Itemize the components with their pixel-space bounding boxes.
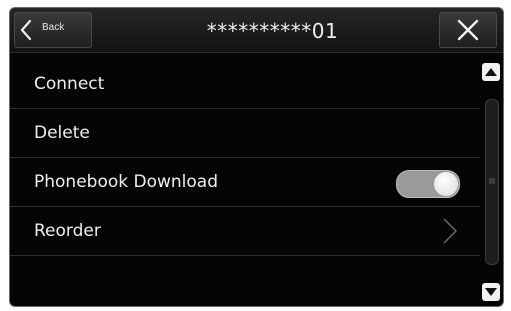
phone-settings-screen: Back **********01 Connect Delete Phonebo… — [9, 7, 504, 307]
page-title: **********01 — [206, 19, 339, 43]
settings-list: Connect Delete Phonebook Download Reorde… — [10, 60, 480, 256]
toggle-knob — [434, 172, 458, 196]
phonebook-download-toggle[interactable] — [396, 170, 460, 198]
list-item-label: Delete — [34, 123, 90, 143]
list-item-label: Connect — [34, 74, 105, 94]
back-label: Back — [42, 22, 65, 33]
triangle-up-icon — [485, 68, 497, 76]
list-item-reorder[interactable]: Reorder — [10, 207, 480, 256]
header-bar: Back **********01 — [10, 8, 503, 53]
list-item-phonebook-download[interactable]: Phonebook Download — [10, 158, 480, 207]
close-icon — [457, 19, 479, 41]
triangle-down-icon — [485, 288, 497, 296]
chevron-left-icon — [20, 19, 32, 41]
list-item-label: Phonebook Download — [34, 172, 219, 192]
list-item-delete[interactable]: Delete — [10, 109, 480, 158]
list-item-connect[interactable]: Connect — [10, 60, 480, 109]
list-item-label: Reorder — [34, 221, 101, 241]
scroll-grip-icon — [489, 178, 495, 184]
chevron-right-icon — [443, 218, 457, 244]
scroll-up-button[interactable] — [482, 63, 500, 81]
close-button[interactable] — [439, 12, 497, 48]
scroll-down-button[interactable] — [482, 283, 500, 301]
scrollbar-track[interactable] — [485, 99, 499, 265]
back-button[interactable]: Back — [14, 12, 92, 48]
